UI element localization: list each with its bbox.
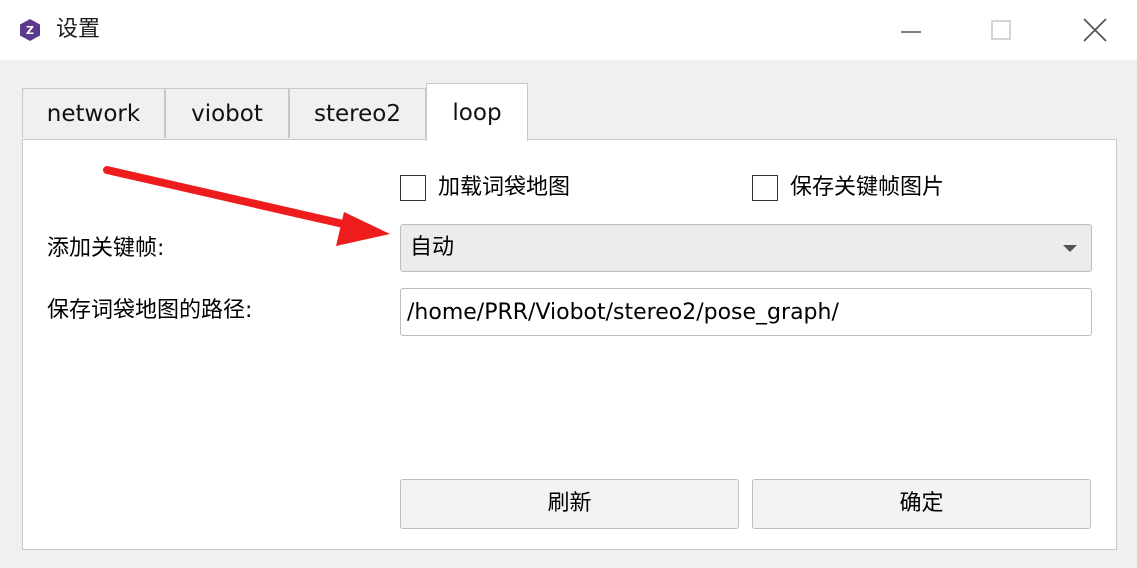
title-bar: Z 设置 (0, 0, 1137, 60)
save-keyframe-images-label[interactable]: 保存关键帧图片 (790, 173, 944, 203)
save-keyframe-images-checkbox-box[interactable] (752, 175, 778, 201)
load-vocab-map-checkbox[interactable]: 加载词袋地图 (400, 173, 570, 203)
add-keyframe-selected-value: 自动 (410, 235, 455, 260)
save-keyframe-images-checkbox[interactable]: 保存关键帧图片 (752, 173, 944, 203)
load-vocab-map-checkbox-box[interactable] (400, 175, 426, 201)
minimize-button[interactable] (876, 0, 946, 60)
loop-tab-panel: 加载词袋地图 保存关键帧图片 添加关键帧: 自动 保存词袋地图的路径: 刷新 确… (22, 139, 1117, 550)
tab-viobot[interactable]: viobot (165, 88, 289, 138)
vocab-map-path-label: 保存词袋地图的路径: (47, 298, 253, 323)
svg-text:Z: Z (26, 24, 34, 37)
window-title: 设置 (56, 17, 101, 42)
minimize-icon (901, 31, 921, 33)
load-vocab-map-label[interactable]: 加载词袋地图 (438, 173, 570, 203)
tab-network[interactable]: network (22, 88, 165, 138)
maximize-icon (991, 20, 1011, 40)
app-logo-icon: Z (20, 19, 40, 41)
tab-loop[interactable]: loop (426, 83, 528, 141)
close-button[interactable] (1060, 0, 1130, 60)
maximize-button[interactable] (966, 0, 1036, 60)
ok-button[interactable]: 确定 (752, 479, 1091, 529)
add-keyframe-select[interactable]: 自动 (400, 224, 1092, 272)
chevron-down-icon (1063, 245, 1077, 252)
vocab-map-path-input[interactable] (400, 288, 1092, 336)
tab-stereo2[interactable]: stereo2 (289, 88, 426, 138)
close-icon (1083, 18, 1107, 42)
refresh-button[interactable]: 刷新 (400, 479, 739, 529)
settings-window: Z 设置 network viobot stereo2 loop 加载词袋地图 (0, 0, 1137, 568)
add-keyframe-label: 添加关键帧: (47, 236, 165, 261)
